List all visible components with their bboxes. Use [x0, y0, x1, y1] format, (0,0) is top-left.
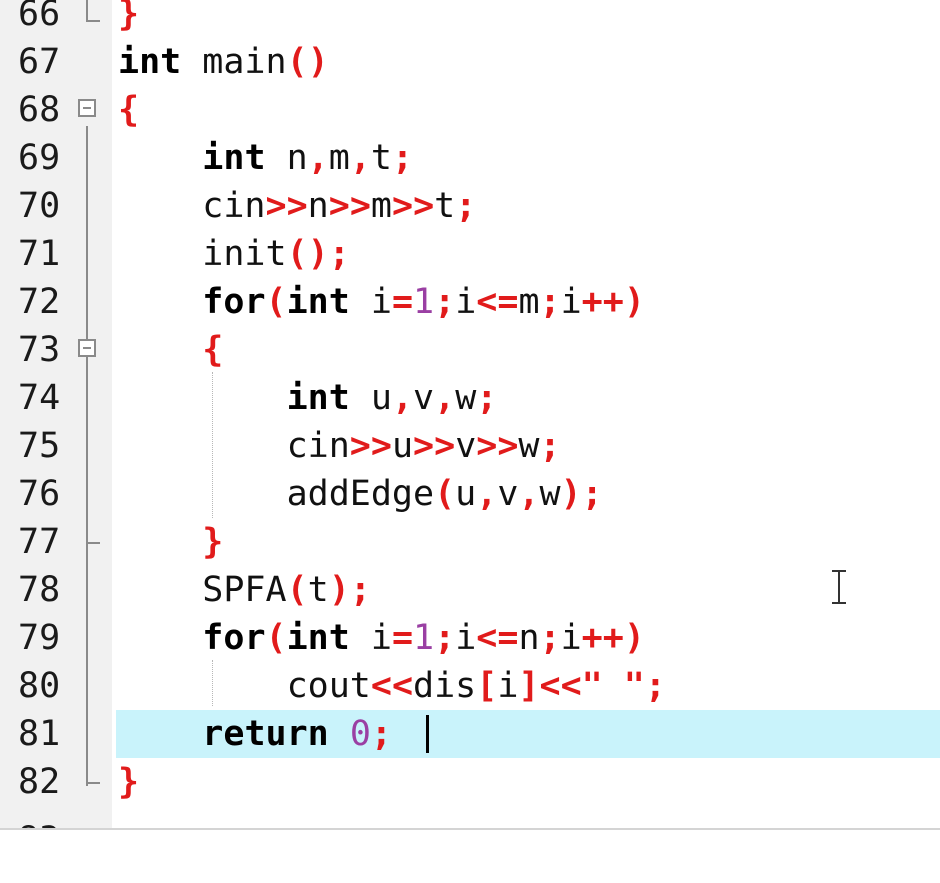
line-number: 77 [18, 522, 61, 562]
code-editor[interactable]: 66} 67 int main() 68{69 int n,m,t; 70 cin>>n… [0, 0, 940, 830]
code-text: } [118, 0, 140, 34]
line-number: 70 [18, 186, 61, 226]
code-line[interactable]: 77 } [0, 518, 940, 566]
code-text: int main() [118, 42, 329, 82]
code-line[interactable]: 75 cin>>u>>v>>w; [0, 422, 940, 470]
code-text: cin>>n>>m>>t; [118, 186, 477, 226]
line-number: 82 [18, 762, 61, 802]
code-line[interactable]: 80 cout<<dis[i]<<" "; [0, 662, 940, 710]
line-number-83-partial: 83 [18, 816, 60, 828]
code-text: } [118, 762, 140, 802]
fold-end-marker [86, 522, 100, 544]
code-line[interactable]: 74 int u,v,w; [0, 374, 940, 422]
text-caret [426, 715, 429, 753]
code-text: return 0; [202, 714, 392, 754]
code-line[interactable]: 79 for(int i=1;i<=n;i++) [0, 614, 940, 662]
code-line[interactable]: 68 { [0, 86, 940, 134]
code-line[interactable]: 67 int main() [0, 38, 940, 86]
code-line[interactable]: 73 { [0, 326, 940, 374]
code-text: for(int i=1;i<=m;i++) [202, 282, 645, 322]
line-number: 68 [18, 90, 61, 130]
fold-end-marker [86, 762, 100, 784]
line-number: 71 [18, 234, 61, 274]
line-number: 81 [18, 714, 61, 754]
ibeam-cursor-icon [828, 570, 850, 604]
code-line[interactable]: 81 return 0; [0, 710, 940, 758]
line-number: 80 [18, 666, 61, 706]
line-number: 66 [18, 0, 61, 34]
code-text: int u,v,w; [286, 378, 498, 418]
code-line[interactable]: 78 SPFA(t); [0, 566, 940, 614]
line-number: 78 [18, 570, 61, 610]
line-number: 76 [18, 474, 61, 514]
line-number: 73 [18, 330, 61, 370]
code-text: SPFA(t); [118, 570, 371, 610]
code-text: for(int i=1;i<=n;i++) [202, 618, 645, 658]
code-text: init(); [118, 234, 350, 274]
code-line[interactable]: 72 for(int i=1;i<=m;i++) [0, 278, 940, 326]
code-line[interactable]: 76 addEdge(u,v,w); [0, 470, 940, 518]
fold-toggle-icon[interactable] [78, 99, 96, 117]
code-line[interactable]: 69 int n,m,t; [0, 134, 940, 182]
line-number: 79 [18, 618, 61, 658]
code-line[interactable]: 66} [0, 0, 940, 38]
line-number: 69 [18, 138, 61, 178]
code-line[interactable]: 82} [0, 758, 940, 806]
code-text: cin>>u>>v>>w; [118, 426, 561, 466]
fold-toggle-icon[interactable] [78, 339, 96, 357]
code-text: { [202, 330, 224, 370]
line-number: 74 [18, 378, 61, 418]
code-line[interactable]: 70 cin>>n>>m>>t; [0, 182, 940, 230]
code-text: } [202, 522, 224, 562]
code-text: int n,m,t; [202, 138, 414, 178]
code-text: addEdge(u,v,w); [118, 474, 603, 514]
line-number: 75 [18, 426, 61, 466]
line-number: 72 [18, 282, 61, 322]
code-text: cout<<dis[i]<<" "; [118, 666, 666, 706]
code-text: { [118, 90, 140, 130]
code-line[interactable]: 71 init(); [0, 230, 940, 278]
line-number: 67 [18, 42, 61, 82]
